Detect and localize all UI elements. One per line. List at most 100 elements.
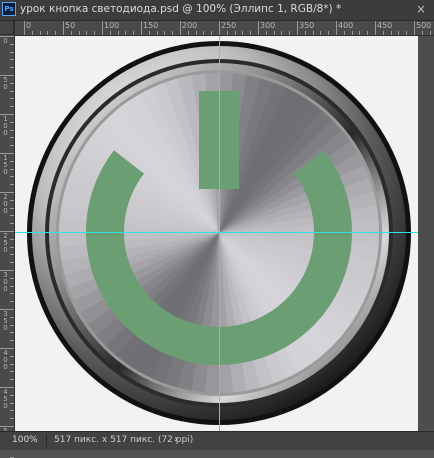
ruler-minor-tick xyxy=(164,31,166,35)
ruler-minor-tick xyxy=(78,31,80,35)
ruler-minor-tick xyxy=(10,129,14,131)
ruler-tick-label: 450 xyxy=(377,21,393,30)
ruler-minor-tick xyxy=(10,90,14,92)
close-tab-button[interactable]: × xyxy=(416,3,426,15)
ruler-minor-tick xyxy=(10,184,14,186)
ruler-minor-tick xyxy=(172,31,174,35)
ruler-minor-tick xyxy=(10,254,14,256)
ruler-minor-tick xyxy=(10,262,14,264)
ruler-minor-tick xyxy=(156,31,158,35)
ruler-tick xyxy=(102,21,103,35)
ruler-tick xyxy=(63,21,64,35)
ruler-minor-tick xyxy=(359,31,361,35)
horizontal-ruler[interactable]: 0 50 100 150 200 250 300 350 400 450 500 xyxy=(0,21,434,36)
ruler-tick xyxy=(180,21,181,35)
status-bar: 100% 517 пикс. x 517 пикс. (72 ppi) › xyxy=(0,431,434,450)
ruler-minor-tick xyxy=(10,340,14,342)
ruler-minor-tick xyxy=(320,31,322,35)
ruler-minor-tick xyxy=(10,67,14,69)
ruler-minor-tick xyxy=(328,31,330,35)
ruler-minor-tick xyxy=(47,31,49,35)
ruler-minor-tick xyxy=(265,31,267,35)
document-title[interactable]: урок кнопка светодиода.psd @ 100% (Эллип… xyxy=(20,3,341,15)
photoshop-app-icon: Ps xyxy=(2,2,16,16)
ruler-minor-tick xyxy=(10,355,14,357)
ruler-minor-tick xyxy=(398,31,400,35)
ruler-tick-label: 50 xyxy=(3,76,8,91)
ruler-minor-tick xyxy=(70,31,72,35)
ruler-tick-label: 200 xyxy=(182,21,198,30)
ruler-minor-tick xyxy=(10,121,14,123)
ruler-tick xyxy=(219,21,220,35)
ruler-tick-label: 300 xyxy=(260,21,276,30)
ruler-minor-tick xyxy=(10,176,14,178)
ruler-minor-tick xyxy=(10,410,14,412)
ruler-minor-tick xyxy=(195,31,197,35)
ruler-tick-label: 300 xyxy=(3,271,8,293)
ruler-minor-tick xyxy=(10,215,14,217)
ruler-tick-label: 450 xyxy=(3,388,8,410)
ruler-minor-tick xyxy=(10,59,14,61)
ruler-minor-tick xyxy=(10,379,14,381)
ruler-tick-label: 50 xyxy=(65,21,76,30)
ruler-tick-label: 100 xyxy=(104,21,120,30)
document-tab[interactable]: Ps урок кнопка светодиода.psd @ 100% (Эл… xyxy=(0,0,434,21)
ruler-tick-label: 200 xyxy=(3,193,8,215)
ruler-minor-tick xyxy=(10,301,14,303)
ruler-minor-tick xyxy=(10,238,14,240)
ruler-minor-tick xyxy=(39,31,41,35)
ruler-minor-tick xyxy=(390,31,392,35)
ruler-minor-tick xyxy=(10,371,14,373)
horizontal-guide-line[interactable] xyxy=(15,232,418,233)
vertical-ruler[interactable]: 050100150200250300350400450500 xyxy=(0,21,15,458)
ruler-tick-label: 350 xyxy=(299,21,315,30)
ruler-tick xyxy=(336,21,337,35)
ruler-minor-tick xyxy=(10,316,14,318)
ruler-minor-tick xyxy=(10,402,14,404)
ruler-minor-tick xyxy=(10,137,14,139)
ruler-minor-tick xyxy=(10,160,14,162)
ruler-minor-tick xyxy=(351,31,353,35)
document-info: 517 пикс. x 517 пикс. (72 ppi) xyxy=(54,435,194,445)
ruler-tick xyxy=(297,21,298,35)
ruler-minor-tick xyxy=(226,31,228,35)
ruler-tick-label: 250 xyxy=(221,21,237,30)
status-menu-arrow[interactable]: › xyxy=(174,434,178,445)
ruler-minor-tick xyxy=(10,277,14,279)
ruler-tick-label: 100 xyxy=(3,115,8,137)
ruler-minor-tick xyxy=(94,31,96,35)
ruler-tick-label: 350 xyxy=(3,310,8,332)
ruler-minor-tick xyxy=(148,31,150,35)
ruler-minor-tick xyxy=(289,31,291,35)
ruler-minor-tick xyxy=(117,31,119,35)
ruler-minor-tick xyxy=(125,31,127,35)
ruler-minor-tick xyxy=(10,332,14,334)
ruler-minor-tick xyxy=(10,293,14,295)
ruler-minor-tick xyxy=(10,82,14,84)
ruler-minor-tick xyxy=(10,324,14,326)
ruler-minor-tick xyxy=(281,31,283,35)
document-canvas[interactable] xyxy=(15,36,418,431)
ruler-minor-tick xyxy=(312,31,314,35)
ruler-minor-tick xyxy=(10,98,14,100)
ruler-tick xyxy=(141,21,142,35)
ruler-tick-label: 0 xyxy=(3,37,8,45)
ruler-origin-corner[interactable] xyxy=(0,21,14,35)
vertical-guide-line[interactable] xyxy=(219,36,220,431)
ruler-tick-label: 250 xyxy=(3,232,8,254)
ruler-minor-tick xyxy=(304,31,306,35)
ruler-tick-label: 400 xyxy=(338,21,354,30)
pasteboard-right xyxy=(418,36,434,431)
zoom-level[interactable]: 100% xyxy=(12,435,38,445)
ruler-tick-label: 400 xyxy=(3,349,8,371)
ruler-minor-tick xyxy=(211,31,213,35)
ruler-tick-label: 150 xyxy=(3,154,8,176)
ruler-minor-tick xyxy=(382,31,384,35)
ruler-minor-tick xyxy=(234,31,236,35)
ruler-minor-tick xyxy=(242,31,244,35)
ruler-tick xyxy=(375,21,376,35)
ruler-minor-tick xyxy=(203,31,205,35)
ruler-minor-tick xyxy=(86,31,88,35)
ruler-minor-tick xyxy=(10,394,14,396)
ruler-minor-tick xyxy=(10,363,14,365)
